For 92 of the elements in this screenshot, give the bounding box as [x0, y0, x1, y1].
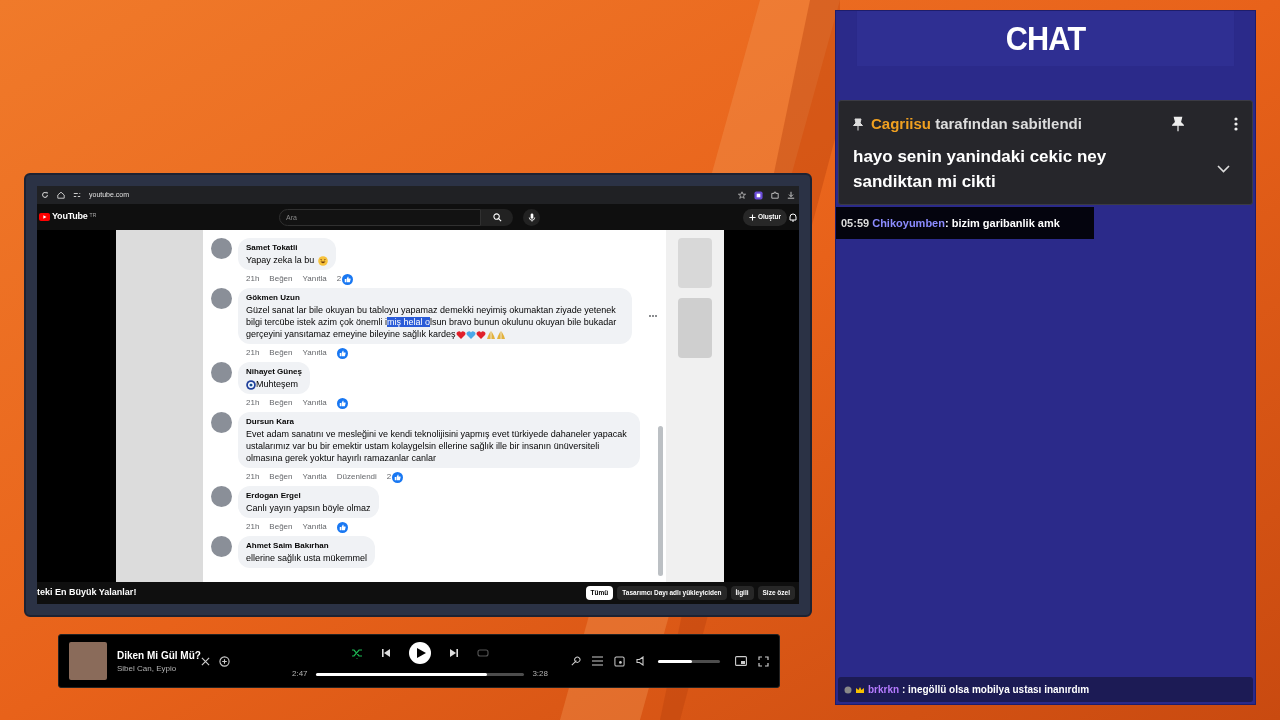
chat-message-text: brkrkn : inegöllü olsa mobilya ustası inanırdım — [868, 683, 1090, 697]
heart-icon — [455, 329, 466, 340]
more-options-icon[interactable] — [1234, 117, 1238, 132]
volume-icon[interactable] — [636, 656, 647, 666]
shuffle-icon[interactable] — [351, 647, 363, 659]
add-icon[interactable] — [219, 655, 230, 667]
chevron-down-icon[interactable] — [1217, 164, 1230, 173]
like-icon — [336, 521, 348, 533]
heart-icon — [465, 329, 476, 340]
mini-player-icon[interactable] — [735, 656, 747, 666]
reply-link[interactable]: Yanıtla — [302, 521, 327, 533]
pinned-by-text: Cagriisu tarafından sabitlendi — [871, 114, 1082, 134]
like-link[interactable]: Beğen — [269, 521, 293, 533]
like-icon — [336, 347, 348, 359]
like-icon — [342, 273, 354, 285]
like-icon — [392, 471, 404, 483]
laughing-emoji-icon — [318, 255, 329, 266]
avatar — [211, 486, 232, 507]
comment-text: Muhteşem — [246, 378, 302, 390]
plus-icon — [748, 213, 756, 221]
like-link[interactable]: Beğen — [269, 471, 293, 483]
photo-placeholder — [678, 238, 712, 288]
comment-author: Ahmet Saim Bakırhan — [246, 540, 330, 552]
reply-link[interactable]: Yanıtla — [302, 273, 327, 285]
comment-time: 21h — [246, 521, 260, 533]
comment-time: 21h — [246, 273, 260, 285]
crown-icon — [855, 685, 865, 694]
youtube-logo[interactable]: YouTube $^{TR}$ — [39, 210, 279, 224]
close-icon[interactable] — [201, 656, 210, 666]
pinned-message-text: hayo senin yanindaki cekic ney sandiktan mi cikti — [853, 145, 1108, 193]
edited-label: Düzenlendi — [336, 471, 377, 483]
volume-track[interactable] — [658, 659, 720, 663]
comment-author: Erdogan Ergel — [246, 490, 302, 502]
avatar — [211, 238, 232, 259]
play-icon — [416, 648, 426, 658]
comment-time: 21h — [246, 347, 260, 359]
extension-icon[interactable] — [754, 190, 763, 200]
search-button[interactable] — [481, 208, 513, 226]
home-icon[interactable] — [57, 191, 65, 199]
like-count: 2 — [386, 471, 392, 483]
elapsed-time: 2:47 — [292, 668, 308, 680]
reload-icon[interactable] — [41, 191, 49, 199]
reply-link[interactable]: Yanıtla — [302, 397, 327, 409]
chat-header: CHAT — [856, 11, 1235, 66]
heart-icon — [475, 329, 486, 340]
next-icon[interactable] — [449, 648, 459, 658]
total-time: 3:28 — [532, 668, 548, 680]
track-title[interactable]: Diken Mi Gül Mü? — [117, 647, 201, 663]
evil-eye-icon — [246, 379, 256, 390]
device-icon[interactable] — [614, 655, 625, 667]
previous-icon[interactable] — [381, 648, 391, 658]
progress-track[interactable] — [315, 672, 525, 676]
download-icon[interactable] — [787, 191, 795, 199]
bell-icon[interactable] — [789, 212, 797, 222]
site-info-icon[interactable] — [73, 191, 81, 199]
unpin-icon[interactable] — [1172, 116, 1184, 133]
pin-icon — [853, 117, 863, 131]
play-button[interactable] — [409, 642, 431, 664]
like-link[interactable]: Beğen — [269, 347, 293, 359]
reply-link[interactable]: Yanıtla — [302, 471, 327, 483]
video-title: teki En Büyük Yalanlar! — [37, 586, 138, 600]
comment-author: Samet Tokatli — [246, 242, 299, 254]
comment-author: Dursun Kara — [246, 416, 295, 428]
avatar — [211, 536, 232, 557]
microphone-button[interactable] — [523, 208, 540, 226]
like-link[interactable]: Beğen — [269, 273, 293, 285]
comment-text: Evet adam sanatını ve mesleğini ve kendi teknolijisini yapmış evet türkiyede dahaneler yapacak ustalarımız var bu bir emektir ustam kolaygelsin ellerine sağlık ille bir insanın ünüversiteli olmasına gerek yoktur hayırlı ramazanlar canlar — [246, 428, 628, 464]
scrollbar-thumb[interactable] — [658, 426, 663, 576]
reply-link[interactable]: Yanıtla — [302, 347, 327, 359]
play-logo-icon — [39, 213, 50, 221]
fullscreen-icon[interactable] — [758, 655, 769, 667]
chat-message: 05:59 Chikoyumben: bizim garibanlik amk — [836, 206, 1094, 239]
comment-time: 21h — [246, 471, 260, 483]
avatar — [211, 412, 232, 433]
comment-text: Yapay zeka la bu — [246, 254, 329, 266]
track-artist[interactable]: Sibel Can, Eypio — [117, 662, 201, 675]
queue-icon[interactable] — [592, 656, 603, 666]
like-icon — [336, 397, 348, 409]
avatar — [211, 288, 232, 309]
like-link[interactable]: Beğen — [269, 397, 293, 409]
comment-author: Nihayet Güneş — [246, 366, 302, 378]
comment-text: Canlı yayın yapsın böyle olmaz — [246, 502, 371, 514]
star-icon[interactable] — [738, 191, 746, 199]
like-count: 2 — [336, 273, 342, 285]
badge-icon — [844, 685, 852, 694]
comment-time: 21h — [246, 397, 260, 409]
avatar — [211, 362, 232, 383]
album-art — [69, 642, 107, 680]
search-icon — [492, 212, 502, 222]
comment-text: ellerine sağlık usta mükemmel — [246, 552, 368, 564]
photo-placeholder — [678, 298, 712, 358]
comment-author: Gökmen Uzun — [246, 292, 301, 304]
